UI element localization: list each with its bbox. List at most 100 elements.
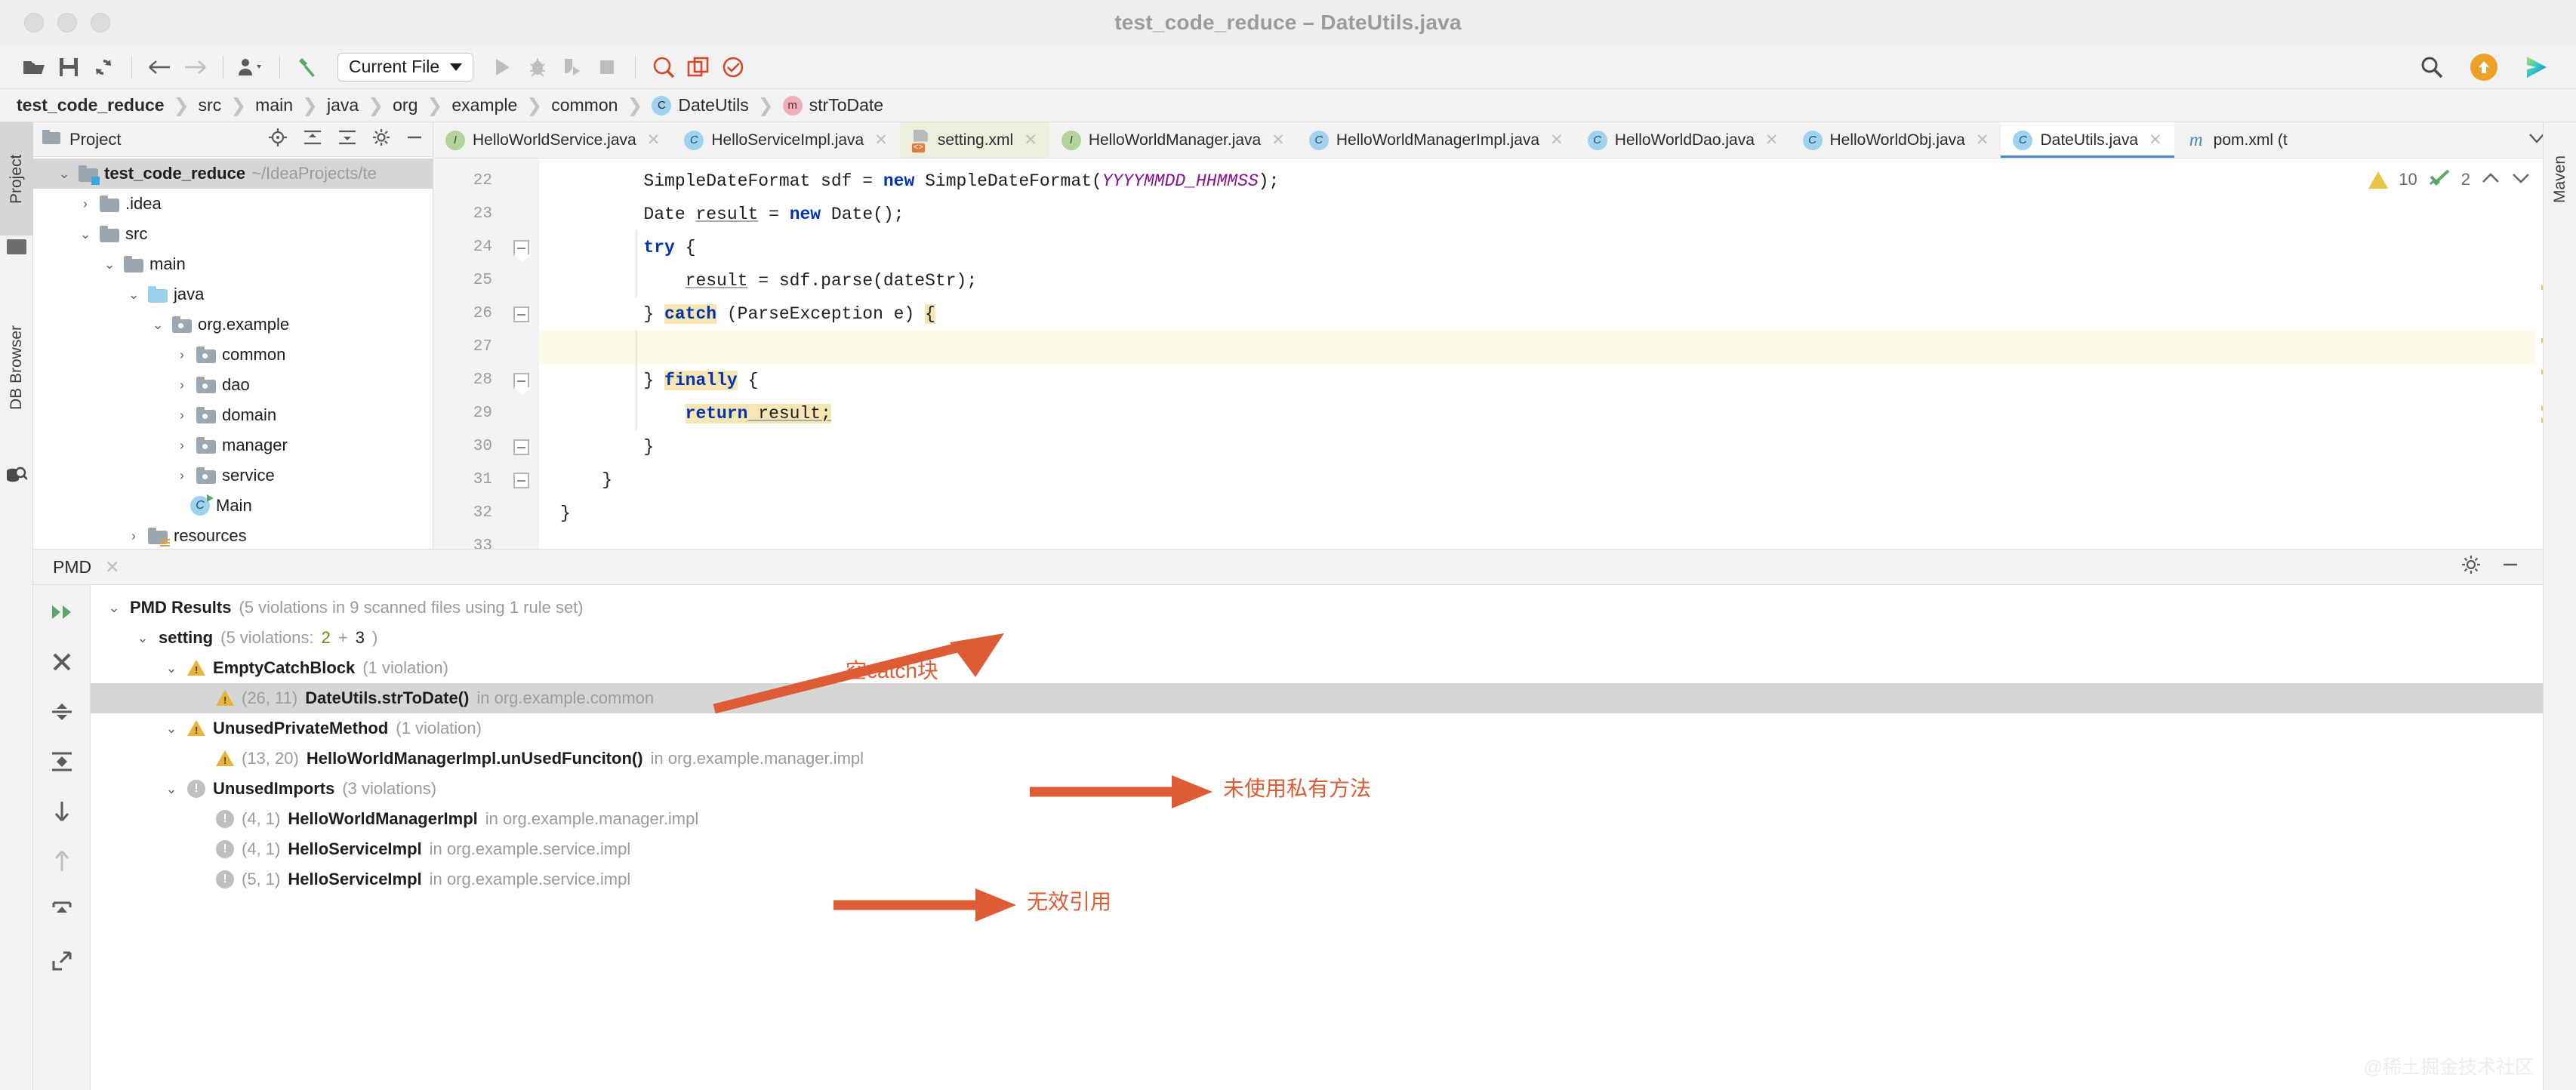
tree-item-manager[interactable]: › manager — [33, 430, 433, 460]
editor-tab-setting-xml[interactable]: setting.xml ✕ — [899, 122, 1049, 158]
chevron-right-icon[interactable]: › — [174, 377, 190, 393]
tree-item-service[interactable]: › service — [33, 460, 433, 491]
forward-arrow-icon[interactable] — [177, 52, 212, 82]
previous-problem-icon[interactable] — [2481, 170, 2501, 189]
chevron-right-icon[interactable]: › — [174, 347, 190, 363]
tree-item-domain[interactable]: › domain — [33, 400, 433, 430]
pmd-node-results[interactable]: ⌄ PMD Results (5 violations in 9 scanned… — [91, 593, 2543, 623]
chevron-down-icon[interactable]: ⌄ — [125, 287, 142, 303]
fold-marker-icon[interactable] — [513, 306, 529, 322]
fold-marker-icon[interactable] — [513, 239, 532, 262]
editor-tab-helloworldmanagerimpl[interactable]: C HelloWorldManagerImpl.java ✕ — [1297, 122, 1576, 158]
tree-item-org-example[interactable]: ⌄ org.example — [33, 309, 433, 340]
fold-marker-icon[interactable] — [513, 439, 529, 455]
previous-occurrence-icon[interactable] — [45, 846, 79, 876]
tree-item-dao[interactable]: › dao — [33, 370, 433, 400]
ide-logo-icon[interactable] — [2519, 52, 2553, 82]
tree-item-resources[interactable]: › resources — [33, 521, 433, 551]
chevron-right-icon[interactable]: › — [174, 468, 190, 484]
fold-marker-icon[interactable] — [513, 472, 529, 488]
tree-item-idea[interactable]: › .idea — [33, 189, 433, 219]
close-icon[interactable] — [45, 647, 79, 677]
collapse-all-icon[interactable] — [45, 697, 79, 727]
pmd-node-unusedprivatemethod[interactable]: ⌄ UnusedPrivateMethod (1 violation) — [91, 713, 2543, 744]
gear-icon[interactable] — [2461, 555, 2481, 579]
close-icon[interactable]: ✕ — [1271, 131, 1285, 149]
pmd-violation-unusedprivatemethod[interactable]: (13, 20) HelloWorldManagerImpl.unUsedFun… — [91, 744, 2543, 774]
expand-all-icon[interactable] — [303, 129, 322, 150]
debug-icon[interactable] — [520, 52, 555, 82]
editor-tab-helloworlddao[interactable]: C HelloWorldDao.java ✕ — [1576, 122, 1791, 158]
close-icon[interactable]: ✕ — [105, 557, 119, 577]
chevron-down-icon[interactable]: ⌄ — [163, 721, 180, 737]
code-editor[interactable]: 22 23 24 25 26 27 28 29 30 31 32 33 Simp… — [433, 159, 2576, 585]
chevron-down-icon[interactable]: ⌄ — [106, 600, 122, 616]
close-icon[interactable]: ✕ — [2149, 131, 2162, 149]
tree-item-java[interactable]: ⌄ java — [33, 279, 433, 309]
open-folder-icon[interactable] — [17, 52, 51, 82]
editor-tab-pom-xml[interactable]: m pom.xml (t — [2174, 122, 2300, 158]
close-icon[interactable]: ✕ — [1976, 131, 1989, 149]
pmd-check-icon[interactable] — [716, 52, 750, 82]
stop-icon[interactable] — [590, 52, 624, 82]
editor-tab-helloserviceimpl[interactable]: C HelloServiceImpl.java ✕ — [672, 122, 900, 158]
export-icon[interactable] — [45, 946, 79, 976]
tree-item-test-code-reduce[interactable]: ⌄ test_code_reduce ~/IdeaProjects/te — [33, 159, 433, 189]
close-icon[interactable]: ✕ — [1024, 131, 1037, 149]
chevron-right-icon[interactable]: › — [77, 196, 94, 212]
pmd-copy-paste-icon[interactable] — [681, 52, 716, 82]
chevron-down-icon[interactable]: ⌄ — [101, 257, 118, 272]
sidebar-item-db-browser[interactable]: DB Browser — [0, 273, 33, 462]
code-text[interactable]: SimpleDateFormat sdf = new SimpleDateFor… — [539, 159, 2576, 549]
tree-item-common[interactable]: › common — [33, 340, 433, 370]
close-icon[interactable]: ✕ — [647, 131, 661, 149]
update-badge-icon[interactable] — [2470, 53, 2497, 81]
pmd-node-setting[interactable]: ⌄ setting (5 violations: 2 + 3) — [91, 623, 2543, 653]
sidebar-item-maven[interactable]: Maven — [2544, 122, 2576, 236]
pmd-tab-label[interactable]: PMD — [53, 557, 91, 577]
breadcrumb-item-src[interactable]: src — [197, 95, 223, 115]
breadcrumb-item-org[interactable]: org — [391, 95, 419, 115]
pmd-violation-unusedimports-1[interactable]: ! (4, 1) HelloWorldManagerImpl in org.ex… — [91, 804, 2543, 834]
pmd-violation-unusedimports-2[interactable]: ! (4, 1) HelloServiceImpl in org.example… — [91, 834, 2543, 864]
pmd-violation-emptycatchblock[interactable]: (26, 11) DateUtils.strToDate() in org.ex… — [91, 683, 2543, 713]
chevron-down-icon[interactable]: ⌄ — [149, 317, 166, 333]
pmd-node-emptycatchblock[interactable]: ⌄ EmptyCatchBlock (1 violation) — [91, 653, 2543, 683]
chevron-down-icon[interactable]: ⌄ — [163, 660, 180, 676]
scroll-to-source-icon[interactable] — [45, 896, 79, 926]
breadcrumb-item-java[interactable]: java — [325, 95, 360, 115]
chevron-right-icon[interactable]: › — [174, 438, 190, 454]
close-icon[interactable]: ✕ — [1550, 131, 1564, 149]
tree-item-main[interactable]: ⌄ main — [33, 249, 433, 279]
collapse-all-icon[interactable] — [337, 129, 357, 150]
inspection-widget[interactable]: 10 2 — [2368, 168, 2531, 192]
breadcrumb-item-main[interactable]: main — [254, 95, 294, 115]
run-button[interactable] — [485, 52, 520, 82]
locate-file-icon[interactable] — [268, 128, 288, 152]
tree-item-main-class[interactable]: C Main — [33, 491, 433, 521]
fold-marker-icon[interactable] — [513, 372, 532, 395]
save-icon[interactable] — [51, 52, 86, 82]
pmd-scan-icon[interactable] — [646, 52, 681, 82]
breadcrumb-item-dateutils[interactable]: C DateUtils — [650, 95, 750, 115]
breadcrumb-item-strtodate[interactable]: m strToDate — [781, 95, 885, 115]
breadcrumb-item-project[interactable]: test_code_reduce — [15, 95, 166, 115]
next-problem-icon[interactable] — [2511, 170, 2531, 189]
sidebar-item-project[interactable]: Project — [0, 122, 33, 236]
pmd-violation-unusedimports-3[interactable]: ! (5, 1) HelloServiceImpl in org.example… — [91, 864, 2543, 894]
breadcrumb-item-example[interactable]: example — [450, 95, 519, 115]
chevron-down-icon[interactable]: ⌄ — [77, 226, 94, 242]
back-arrow-icon[interactable] — [143, 52, 177, 82]
chevron-down-icon[interactable]: ⌄ — [56, 166, 72, 182]
tree-item-src[interactable]: ⌄ src — [33, 219, 433, 249]
vcs-user-icon[interactable] — [234, 52, 269, 82]
editor-tab-helloworldmanager[interactable]: I HelloWorldManager.java ✕ — [1049, 122, 1297, 158]
hide-panel-icon[interactable] — [405, 128, 424, 151]
chevron-down-icon[interactable]: ⌄ — [163, 781, 180, 797]
chevron-right-icon[interactable]: › — [174, 408, 190, 423]
minimize-icon[interactable] — [2501, 555, 2520, 579]
build-hammer-icon[interactable] — [291, 52, 325, 82]
chevron-right-icon[interactable]: › — [125, 528, 142, 544]
run-configuration-selector[interactable]: Current File — [337, 52, 474, 82]
editor-tab-dateutils[interactable]: C DateUtils.java ✕ — [2001, 122, 2174, 158]
